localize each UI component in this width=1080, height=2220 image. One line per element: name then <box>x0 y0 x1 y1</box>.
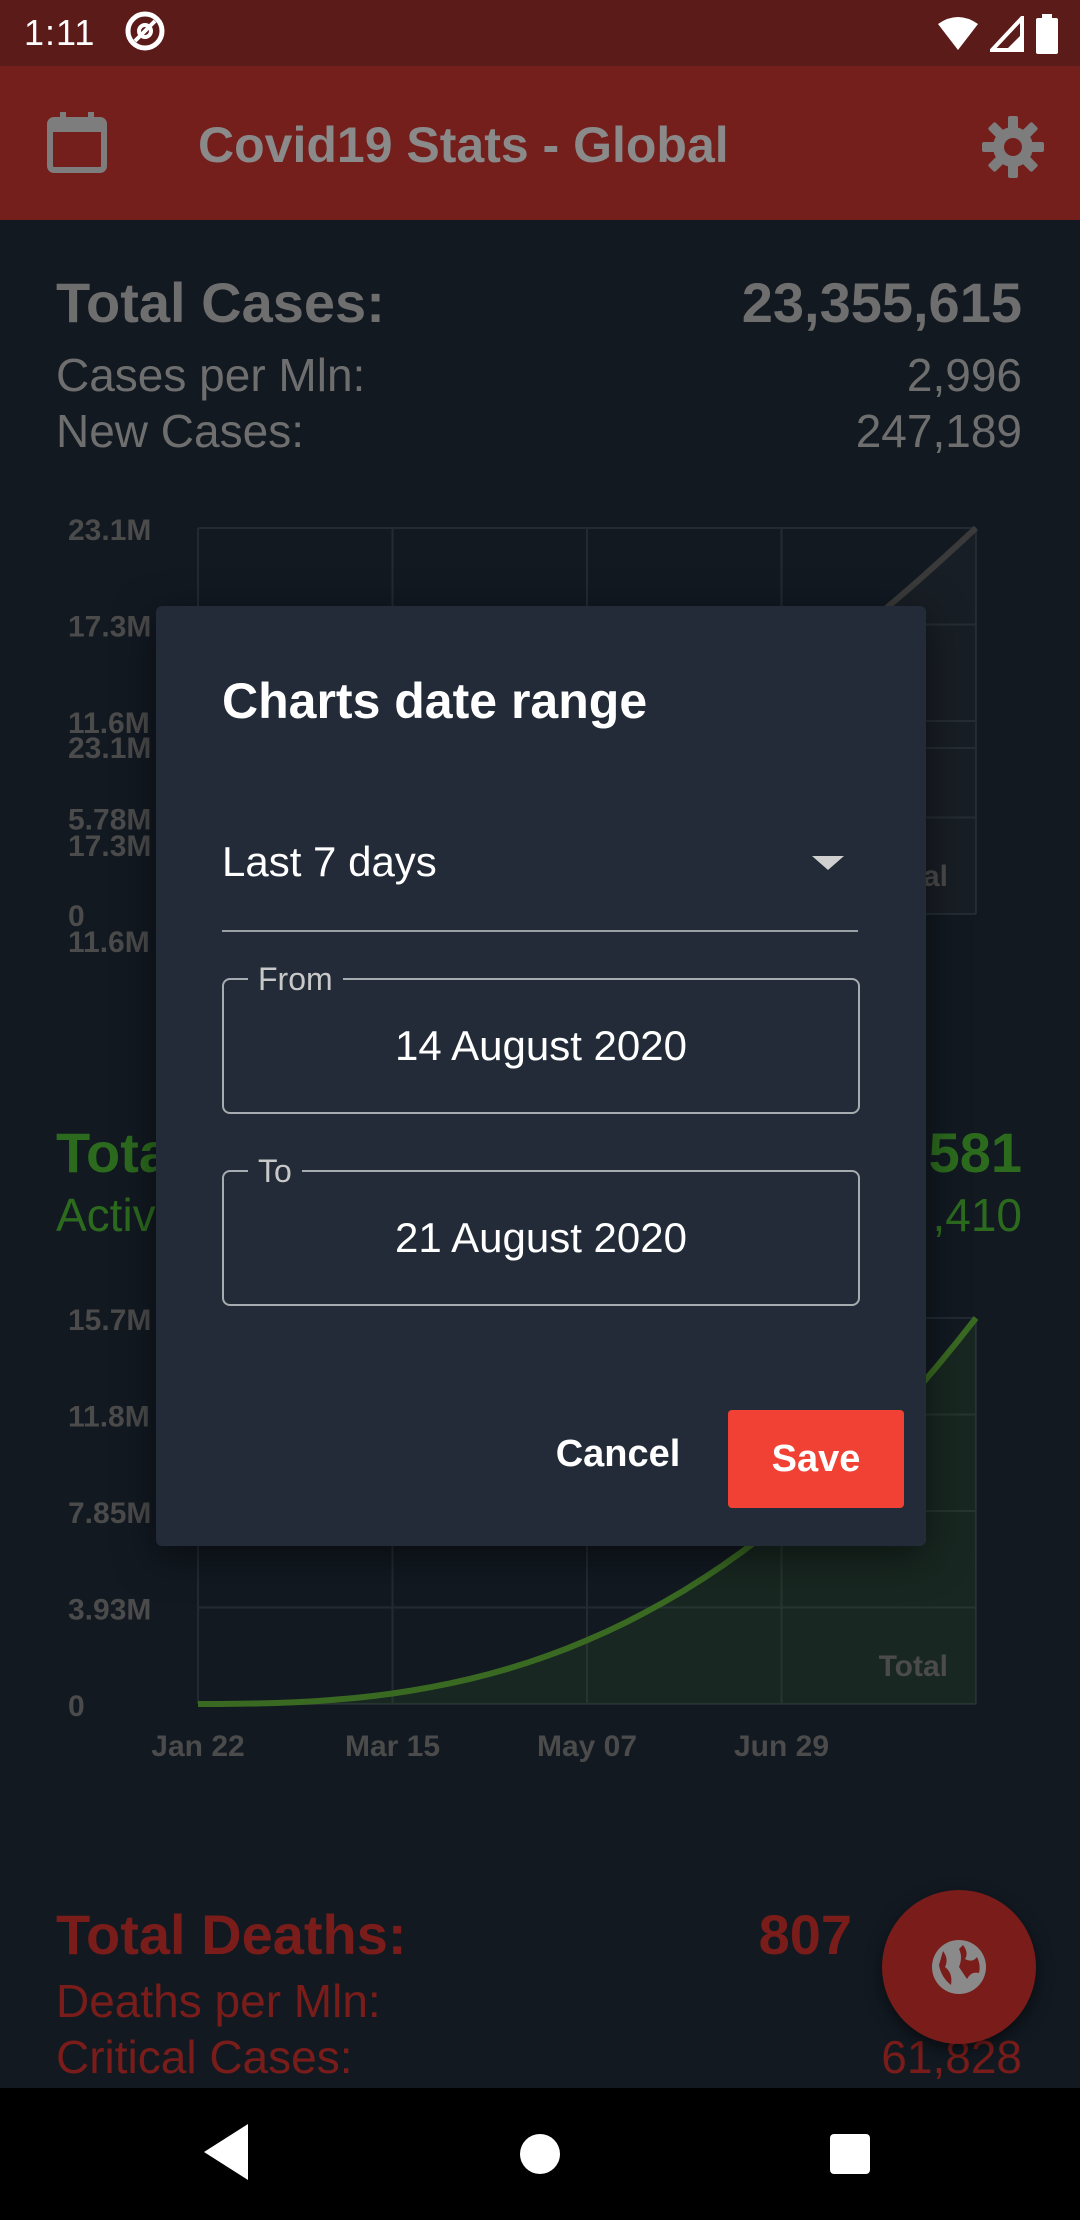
app-bar: Covid19 Stats - Global <box>0 66 1080 220</box>
cancel-button[interactable]: Cancel <box>544 1410 692 1498</box>
y-tick-label: 7.85M <box>68 1497 151 1530</box>
recent-apps-icon[interactable] <box>830 2134 870 2174</box>
active-cases-label: Activ <box>56 1189 156 1241</box>
x-tick-label: May 07 <box>537 1730 637 1763</box>
back-icon[interactable] <box>204 2124 248 2180</box>
y-tick-label: 11.8M <box>68 1401 150 1434</box>
at-sign-icon <box>125 11 165 51</box>
total-active-value: 581 <box>928 1121 1022 1184</box>
y-tick-label: 0 <box>68 900 85 933</box>
system-nav-bar <box>0 2088 1080 2220</box>
gear-icon[interactable] <box>982 116 1044 178</box>
deaths-per-mln-row: Deaths per Mln: <box>56 1974 1022 2028</box>
new-cases-value: 247,189 <box>855 405 1022 457</box>
y-tick-label: 23.1M <box>68 514 151 547</box>
legend-label: al <box>923 860 948 893</box>
y-tick-label: 0 <box>68 1690 85 1723</box>
critical-cases-row: Critical Cases: 61,828 <box>56 2030 1022 2084</box>
to-date-input[interactable] <box>224 1172 858 1304</box>
home-icon[interactable] <box>520 2134 560 2174</box>
y-tick-label: 11.6M <box>68 707 150 740</box>
from-date-field[interactable]: From <box>222 962 860 1114</box>
dialog-title: Charts date range <box>222 673 648 729</box>
deaths-per-mln-label: Deaths per Mln: <box>56 1975 381 2027</box>
total-deaths-value: 807 <box>758 1903 852 1966</box>
total-deaths-row: Total Deaths: 807 <box>56 1902 1022 1967</box>
status-time: 1:11 <box>24 12 96 53</box>
range-select[interactable]: Last 7 days <box>222 816 858 932</box>
range-select-value: Last 7 days <box>222 838 437 885</box>
critical-cases-label: Critical Cases: <box>56 2031 353 2083</box>
page-title: Covid19 Stats - Global <box>198 117 729 173</box>
y-tick-label: 17.3M <box>68 611 151 644</box>
cell-signal-icon <box>990 16 1024 52</box>
calendar-icon[interactable] <box>44 110 110 176</box>
cases-per-mln-row: Cases per Mln: 2,996 <box>56 348 1022 402</box>
total-deaths-label: Total Deaths: <box>56 1903 407 1966</box>
globe-fab-button[interactable] <box>882 1890 1036 2044</box>
active-cases-value: ,410 <box>932 1189 1022 1241</box>
x-tick-label: Jun 29 <box>734 1730 829 1763</box>
date-range-dialog: Charts date range Last 7 days From To Ca… <box>156 606 926 1546</box>
from-date-input[interactable] <box>224 980 858 1112</box>
legend-label: Total <box>879 1650 948 1683</box>
total-cases-row: Total Cases: 23,355,615 <box>56 270 1022 335</box>
battery-icon <box>1036 14 1058 54</box>
wifi-icon <box>938 17 978 50</box>
total-active-label: Tota <box>56 1121 171 1184</box>
globe-icon <box>932 1940 986 1994</box>
y-tick-label: 15.7M <box>68 1304 151 1337</box>
status-icons <box>938 14 1058 54</box>
total-cases-value: 23,355,615 <box>741 271 1022 334</box>
new-cases-label: New Cases: <box>56 405 304 457</box>
x-tick-label: Jan 22 <box>151 1730 244 1763</box>
new-cases-row: New Cases: 247,189 <box>56 404 1022 458</box>
cases-per-mln-value: 2,996 <box>906 349 1022 401</box>
cases-per-mln-label: Cases per Mln: <box>56 349 366 401</box>
y-tick-label: 5.78M <box>68 804 151 837</box>
total-cases-label: Total Cases: <box>56 271 385 334</box>
to-date-field[interactable]: To <box>222 1154 860 1306</box>
save-button[interactable]: Save <box>728 1410 904 1508</box>
x-tick-label: Mar 15 <box>345 1730 440 1763</box>
status-bar: 1:11 <box>0 0 1080 66</box>
dropdown-arrow-icon <box>812 856 844 870</box>
y-tick-label: 3.93M <box>68 1594 151 1627</box>
